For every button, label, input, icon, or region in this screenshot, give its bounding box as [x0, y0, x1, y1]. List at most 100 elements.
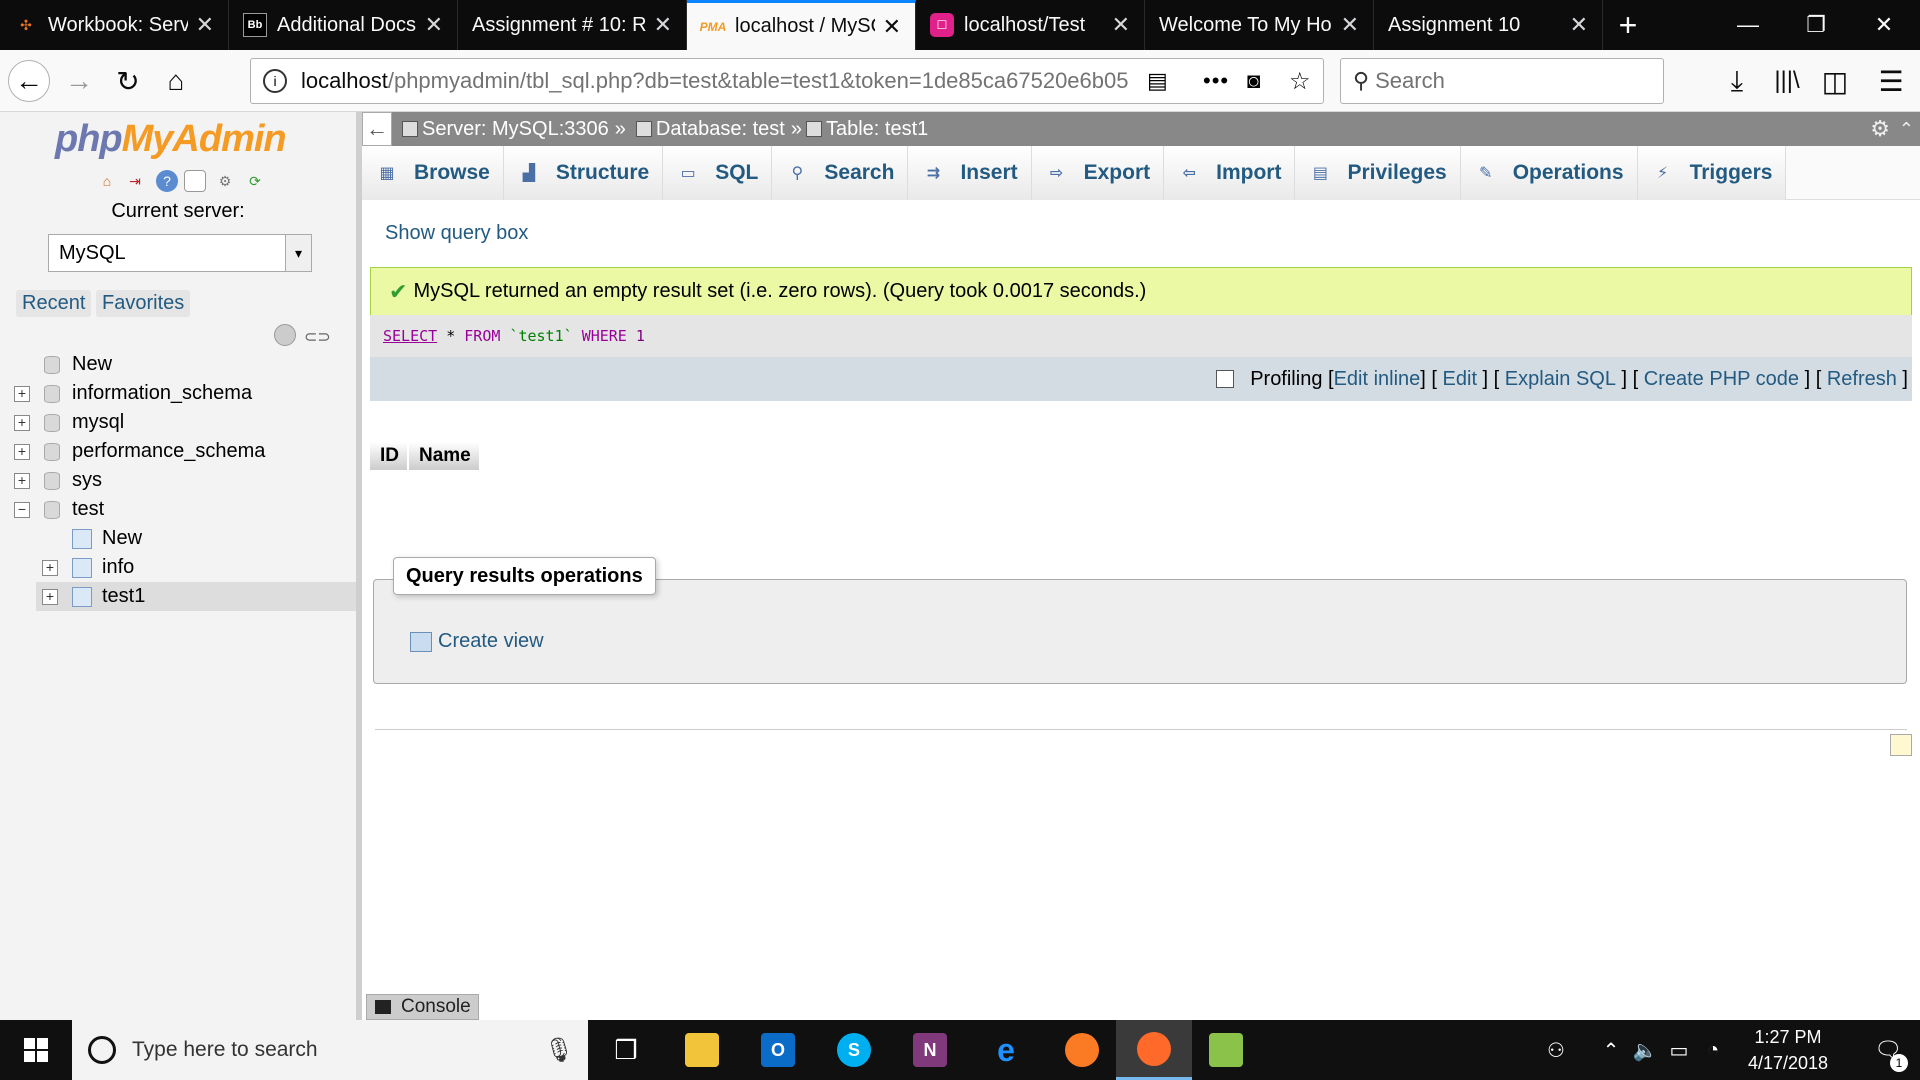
url-bar[interactable]: i localhost/phpmyadmin/tbl_sql.php?db=te… [250, 58, 1324, 104]
tree-item-test1[interactable]: + test1 [36, 582, 356, 611]
expand-icon[interactable]: + [42, 588, 58, 605]
microphone-icon[interactable]: 🎙 [544, 1036, 574, 1065]
wifi-icon[interactable]: ◔ [1696, 1020, 1730, 1080]
expand-icon[interactable]: + [14, 472, 30, 489]
tree-item-mysql[interactable]: + mysql [0, 408, 356, 437]
taskbar-search-box[interactable]: Type here to search 🎙 [72, 1020, 588, 1080]
menu-icon[interactable]: ☰ [1870, 60, 1912, 102]
expand-icon[interactable]: + [14, 414, 30, 431]
tree-item-sys[interactable]: + sys [0, 466, 356, 495]
show-query-box-link[interactable]: Show query box [385, 222, 528, 245]
sidebar-toggle-icon[interactable]: ◫ [1814, 60, 1856, 102]
logout-icon[interactable]: ⇥ [124, 170, 146, 192]
explain-sql-link[interactable]: Explain SQL [1505, 368, 1616, 391]
library-icon[interactable]: |||\ [1766, 60, 1808, 102]
server-select[interactable]: MySQL ▾ [48, 234, 312, 272]
link-with-main-icon[interactable]: ⊂⊃ [304, 327, 331, 347]
refresh-link[interactable]: Refresh [1827, 368, 1897, 391]
battery-icon[interactable]: ▭ [1662, 1020, 1696, 1080]
restore-button[interactable]: ❐ [1782, 0, 1850, 50]
reader-view-icon[interactable]: ▤ [1147, 68, 1168, 94]
reload-icon[interactable]: ⟳ [244, 170, 266, 192]
create-view-link[interactable]: Create view [410, 630, 544, 653]
minimize-button[interactable]: — [1714, 0, 1782, 50]
console-toggle[interactable]: Console [366, 994, 479, 1020]
taskbar-edge[interactable]: e [968, 1020, 1044, 1080]
browser-tab[interactable]: Assignment # 10: Run ✕ [458, 0, 687, 50]
info-icon[interactable]: i [263, 69, 287, 93]
start-button[interactable] [0, 1020, 72, 1080]
recent-tab[interactable]: Recent [16, 290, 92, 317]
tab-structure[interactable]: ▟ Structure [503, 146, 664, 200]
browser-tab-active[interactable]: PMA localhost / MySQL ✕ [687, 0, 916, 50]
action-center-button[interactable]: 🗨 1 [1856, 1020, 1920, 1080]
browser-tab[interactable]: ☐ localhost/Test ✕ [916, 0, 1145, 50]
taskbar-app-green[interactable] [1188, 1020, 1264, 1080]
collapse-nav-arrow-icon[interactable]: ← [362, 112, 392, 146]
gear-icon[interactable]: ⚙ [214, 170, 236, 192]
settings-gear-icon[interactable]: ⚙ [1870, 116, 1890, 142]
browser-tab[interactable]: ✣ Workbook: Server ✕ [0, 0, 229, 50]
close-icon[interactable]: ✕ [1570, 12, 1588, 38]
edit-inline-link[interactable]: Edit inline [1334, 368, 1421, 391]
sql-keyword[interactable]: SELECT [383, 327, 437, 345]
tab-insert[interactable]: ⇉ Insert [908, 146, 1032, 200]
taskbar-app-orange[interactable] [1044, 1020, 1120, 1080]
forward-button[interactable]: → [58, 60, 100, 102]
create-php-code-link[interactable]: Create PHP code [1644, 368, 1799, 391]
home-icon[interactable]: ⌂ [96, 170, 118, 192]
search-bar[interactable]: ⚲ Search [1340, 58, 1664, 104]
window-close-button[interactable]: ✕ [1850, 0, 1918, 50]
expand-icon[interactable]: + [42, 559, 58, 576]
taskbar-skype[interactable]: S [816, 1020, 892, 1080]
page-actions-icon[interactable]: ••• [1203, 68, 1229, 94]
task-view-button[interactable]: ❒ [588, 1020, 664, 1080]
edit-link[interactable]: Edit [1443, 368, 1477, 391]
new-tab-button[interactable]: + [1603, 0, 1653, 50]
people-icon[interactable]: ⚇ [1536, 1020, 1576, 1080]
collapse-topbar-icon[interactable]: ⌃ [1899, 119, 1914, 140]
taskbar-firefox[interactable] [1116, 1020, 1192, 1080]
close-icon[interactable]: ✕ [1341, 12, 1359, 38]
close-icon[interactable]: ✕ [883, 14, 901, 40]
reload-button[interactable]: ↻ [107, 60, 149, 102]
sql-query-display[interactable]: SELECT * FROM `test1` WHERE 1 [370, 315, 1912, 357]
tree-item-test[interactable]: − test [0, 495, 356, 524]
tab-export[interactable]: ⇨ Export [1031, 146, 1165, 200]
close-icon[interactable]: ✕ [654, 12, 672, 38]
column-header-id[interactable]: ID [370, 442, 409, 470]
expand-icon[interactable]: + [14, 385, 30, 402]
tab-import[interactable]: ⇦ Import [1164, 146, 1296, 200]
bookmark-star-icon[interactable]: ☆ [1289, 67, 1311, 96]
tab-search[interactable]: ⚲ Search [772, 146, 909, 200]
expand-icon[interactable]: + [14, 443, 30, 460]
phpmyadmin-logo[interactable]: phpMyAdmin [55, 118, 287, 161]
browser-tab[interactable]: Bb Additional Docs(A ✕ [229, 0, 458, 50]
breadcrumb-table[interactable]: Table: test1 [805, 118, 928, 141]
tree-item-new[interactable]: New [0, 350, 356, 379]
tree-item-information-schema[interactable]: + information_schema [0, 379, 356, 408]
downloads-icon[interactable]: ⤓ [1716, 60, 1758, 102]
tab-privileges[interactable]: ▤ Privileges [1295, 146, 1461, 200]
collapse-all-icon[interactable] [274, 324, 296, 346]
volume-icon[interactable]: 🔈 [1628, 1020, 1662, 1080]
profiling-checkbox[interactable] [1216, 370, 1235, 388]
page-settings-icon[interactable] [1890, 734, 1912, 756]
browser-tab[interactable]: Assignment 10 ✕ [1374, 0, 1603, 50]
close-icon[interactable]: ✕ [425, 12, 443, 38]
column-header-name[interactable]: Name [409, 442, 481, 470]
pocket-icon[interactable]: ◙ [1247, 68, 1260, 94]
tree-item-info[interactable]: + info [0, 553, 356, 582]
taskbar-outlook[interactable]: O [740, 1020, 816, 1080]
docs-icon[interactable] [184, 170, 206, 192]
collapse-icon[interactable]: − [14, 501, 30, 518]
taskbar-onenote[interactable]: N [892, 1020, 968, 1080]
browser-tab[interactable]: Welcome To My Hom ✕ [1145, 0, 1374, 50]
back-button[interactable]: ← [8, 60, 50, 102]
taskbar-file-explorer[interactable] [664, 1020, 740, 1080]
favorites-tab[interactable]: Favorites [96, 290, 191, 317]
tab-sql[interactable]: ▭ SQL [663, 146, 773, 200]
clock[interactable]: 1:27 PM 4/17/2018 [1728, 1024, 1848, 1076]
close-icon[interactable]: ✕ [1112, 12, 1130, 38]
tab-browse[interactable]: ▦ Browse [362, 146, 504, 200]
